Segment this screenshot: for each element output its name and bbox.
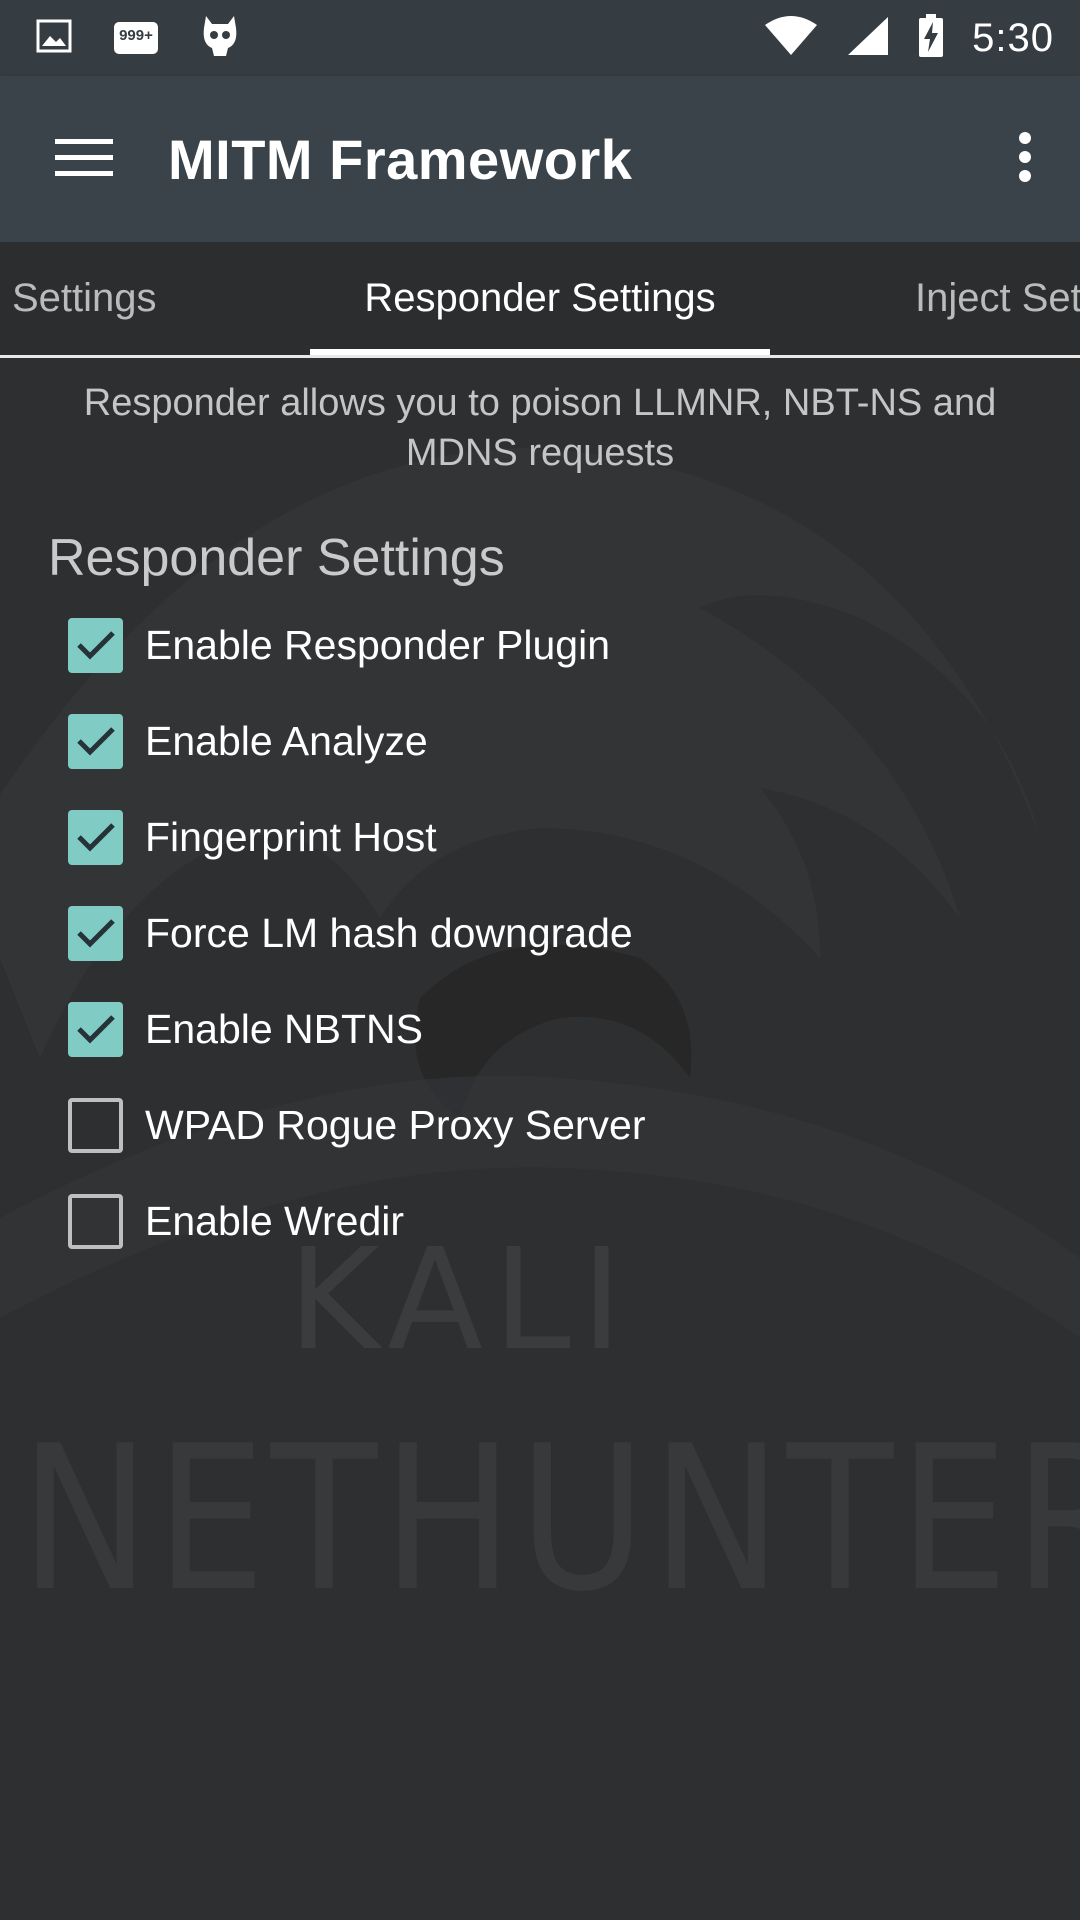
notification-badge-icon: 999+ — [112, 18, 160, 58]
status-right: 5:30 — [736, 13, 1054, 63]
responder-description: Responder allows you to poison LLMNR, NB… — [83, 382, 997, 474]
tab-bar: Settings Responder Settings Inject Set — [0, 242, 1080, 358]
checkbox-enable-analyze[interactable] — [68, 713, 123, 769]
option-enable-nbtns[interactable]: Enable NBTNS — [68, 994, 423, 1064]
checkbox-wpad-rogue-proxy-server[interactable] — [68, 1097, 123, 1153]
menu-button[interactable] — [0, 76, 168, 242]
overflow-menu-button[interactable] — [970, 76, 1080, 242]
option-label: Enable NBTNS — [145, 1005, 424, 1052]
checkmark-icon — [76, 1015, 115, 1044]
checkbox-enable-responder-plugin[interactable] — [68, 617, 123, 673]
signal-icon — [846, 15, 890, 62]
checkbox-enable-nbtns[interactable] — [68, 1001, 123, 1057]
option-label: Enable Wredir — [145, 1197, 405, 1244]
option-label: Enable Responder Plugin — [145, 621, 610, 668]
option-label: Enable Analyze — [145, 717, 428, 764]
option-label: Force LM hash downgrade — [145, 909, 633, 956]
option-label: Fingerprint Host — [145, 813, 437, 860]
battery-charging-icon — [918, 13, 944, 63]
checkmark-icon — [76, 631, 115, 660]
section-title: Responder Settings — [48, 529, 505, 587]
app-bar: MITM Framework — [0, 76, 1080, 242]
status-bar: 999+ 5:30 — [0, 0, 1080, 76]
checkbox-fingerprint-host[interactable] — [68, 809, 123, 865]
checkbox-enable-wredir[interactable] — [68, 1193, 123, 1249]
cyanogen-icon — [200, 14, 240, 63]
tab-indicator — [310, 349, 770, 355]
option-wpad-rogue-proxy-server[interactable]: WPAD Rogue Proxy Server — [68, 1090, 646, 1160]
option-enable-wredir[interactable]: Enable Wredir — [68, 1186, 404, 1256]
wifi-icon — [764, 15, 818, 62]
watermark-nethunter-text: NETHUNTER — [20, 1403, 1080, 1636]
tab-inject-settings[interactable]: Inject Set — [915, 242, 1080, 355]
checkmark-icon — [76, 727, 115, 756]
tab-settings[interactable]: Settings — [0, 242, 180, 355]
option-enable-analyze[interactable]: Enable Analyze — [68, 706, 428, 776]
option-enable-responder-plugin[interactable]: Enable Responder Plugin — [68, 610, 610, 680]
tab-responder-settings[interactable]: Responder Settings — [310, 242, 770, 355]
status-time: 5:30 — [972, 15, 1054, 60]
notification-badge-count: 999+ — [119, 27, 153, 44]
checkbox-force-lm-hash-downgrade[interactable] — [68, 905, 123, 961]
app-title: MITM Framework — [168, 127, 633, 191]
hamburger-icon — [55, 137, 113, 182]
option-force-lm-hash-downgrade[interactable]: Force LM hash downgrade — [68, 898, 633, 968]
more-vert-icon — [1018, 131, 1032, 187]
status-left: 999+ — [36, 14, 280, 63]
checkmark-icon — [76, 823, 115, 852]
checkmark-icon — [76, 919, 115, 948]
image-icon — [36, 19, 72, 58]
responder-settings-page: KALI NETHUNTER Responder allows you to p… — [0, 358, 1080, 1920]
option-fingerprint-host[interactable]: Fingerprint Host — [68, 802, 437, 872]
option-label: WPAD Rogue Proxy Server — [145, 1101, 646, 1148]
